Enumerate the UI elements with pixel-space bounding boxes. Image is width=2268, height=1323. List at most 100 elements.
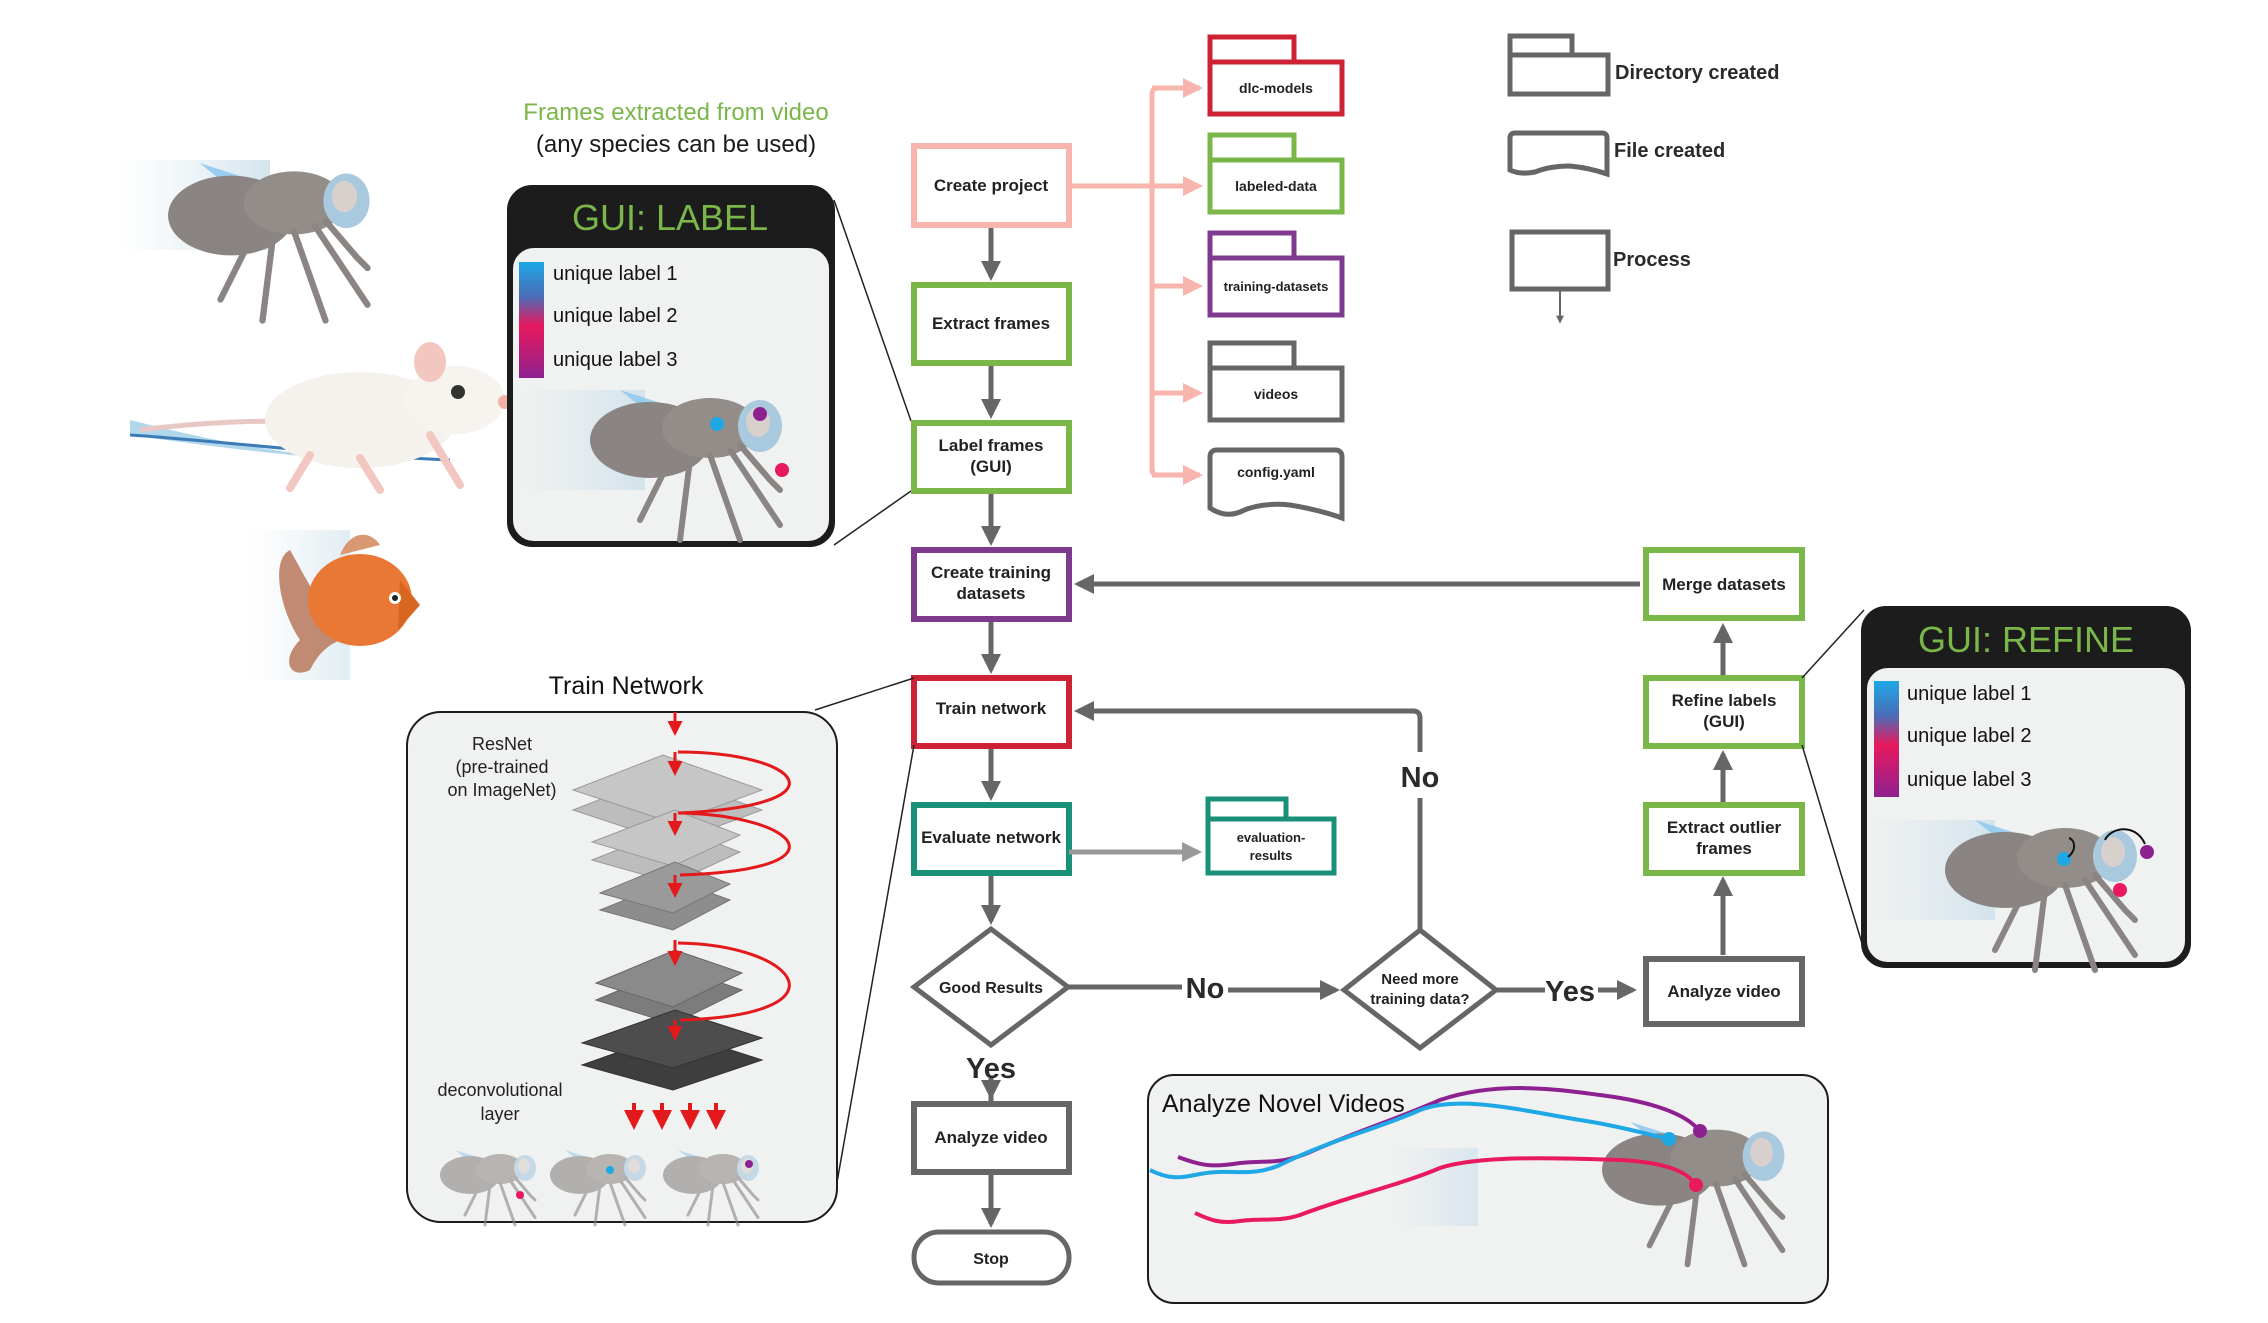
train-network-label: Train network: [936, 699, 1047, 718]
deeplabcut-workflow-diagram: Frames extracted from video (any species…: [120, 33, 2191, 1304]
need-more-data-decision[interactable]: Need more training data?: [1339, 926, 1501, 1052]
extract-frames-node[interactable]: Extract frames: [911, 282, 1072, 366]
label-frames-node[interactable]: Label frames (GUI): [911, 420, 1072, 494]
need-more-label-line1: Need more: [1381, 971, 1459, 988]
legend-process: Process: [1509, 229, 1691, 324]
evaluate-network-label: Evaluate network: [921, 828, 1061, 847]
train-network-node[interactable]: Train network: [911, 675, 1072, 749]
gui-refine-item-1: unique label 1: [1907, 683, 2032, 705]
resnet-label-line3: on ImageNet): [447, 780, 556, 800]
refine-labels-label-line2: (GUI): [1703, 712, 1745, 731]
keypoint-label-1[interactable]: [710, 417, 724, 431]
trajectory-end-label-2: [1689, 1178, 1703, 1192]
refine-keypoint-label-3[interactable]: [2140, 845, 2154, 859]
merge-datasets-node[interactable]: Merge datasets: [1643, 547, 1805, 621]
heatmap-keypoint-2: [516, 1191, 524, 1199]
good-results-label: Good Results: [939, 980, 1043, 997]
folder-videos[interactable]: videos: [1207, 340, 1345, 423]
folder-labeled-data-label: labeled-data: [1235, 178, 1317, 194]
analyze-video-node[interactable]: Analyze video: [911, 1101, 1072, 1175]
folder-training-datasets[interactable]: training-datasets: [1207, 230, 1345, 318]
merge-datasets-label: Merge datasets: [1662, 575, 1786, 594]
file-config-yaml-label: config.yaml: [1237, 464, 1315, 480]
refine-keypoint-label-1[interactable]: [2057, 852, 2071, 866]
stop-label: Stop: [973, 1251, 1009, 1268]
heatmap-keypoint-1: [606, 1166, 614, 1174]
refine-labels-label-line1: Refine labels: [1672, 691, 1777, 710]
mouse-image: [129, 342, 512, 494]
gui-label-item-1: unique label 1: [553, 263, 678, 285]
good-results-decision[interactable]: Good Results: [909, 925, 1073, 1049]
species-images: [120, 160, 512, 680]
legend: Directory created File created Process: [1507, 33, 1780, 324]
analyze-video-label: Analyze video: [934, 1128, 1047, 1147]
train-network-heading: Train Network: [549, 672, 704, 700]
create-project-node[interactable]: Create project: [911, 143, 1072, 228]
project-outputs: dlc-models labeled-data training-dataset…: [1069, 34, 1345, 522]
create-project-label: Create project: [934, 176, 1049, 195]
folder-evaluation-label-line1: evaluation-: [1237, 830, 1306, 845]
gui-refine-item-2: unique label 2: [1907, 725, 2032, 747]
folder-evaluation-label-line2: results: [1250, 848, 1293, 863]
refine-keypoint-label-2[interactable]: [2113, 883, 2127, 897]
main-flow: Create project Extract frames Label fram…: [909, 143, 1073, 1286]
label-color-bar: [519, 262, 544, 378]
resnet-label-line2: (pre-trained: [455, 757, 548, 777]
folder-evaluation-results[interactable]: evaluation- results: [1205, 796, 1337, 876]
deconv-label-line1: deconvolutional: [437, 1080, 562, 1100]
heatmap-keypoint-3: [745, 1160, 753, 1168]
label-frames-label-line1: Label frames: [939, 436, 1044, 455]
novel-videos-heading: Analyze Novel Videos: [1162, 1090, 1405, 1118]
folder-dlc-models-label: dlc-models: [1239, 80, 1313, 96]
folder-dlc-models[interactable]: dlc-models: [1207, 34, 1345, 117]
folder-labeled-data[interactable]: labeled-data: [1207, 132, 1345, 215]
fly-image: [120, 160, 370, 321]
gui-label-title: GUI: LABEL: [572, 197, 768, 238]
trajectory-end-label-1: [1662, 1132, 1676, 1146]
extract-outlier-label-line2: frames: [1696, 839, 1752, 858]
legend-file-label: File created: [1614, 140, 1725, 162]
label-frames-label-line2: (GUI): [970, 457, 1012, 476]
analyze-novel-videos-panel: Analyze Novel Videos: [1147, 1074, 1829, 1304]
decision-edges: No Yes No: [1068, 574, 1733, 1008]
caption-frames-extracted: Frames extracted from video: [523, 99, 828, 126]
create-training-label-line1: Create training: [931, 563, 1051, 582]
gui-label-panel: GUI: LABEL unique label 1 unique label 2…: [507, 185, 912, 547]
create-training-label-line2: datasets: [957, 584, 1026, 603]
create-training-datasets-node[interactable]: Create training datasets: [911, 547, 1072, 622]
extract-frames-label: Extract frames: [932, 314, 1050, 333]
legend-file: File created: [1507, 130, 1725, 178]
edge-label-yes-need: Yes: [1545, 976, 1595, 1008]
train-network-panel: Train Network ResNet (pre-trained on Ima…: [406, 672, 915, 1227]
legend-directory: Directory created: [1507, 33, 1780, 97]
caption-any-species: (any species can be used): [536, 131, 816, 158]
gui-refine-panel: GUI: REFINE unique label 1 unique label …: [1801, 606, 2191, 970]
edge-label-no-need: No: [1401, 762, 1440, 794]
legend-process-label: Process: [1613, 249, 1691, 271]
analyze-video-right-node[interactable]: Analyze video: [1643, 956, 1805, 1027]
legend-directory-label: Directory created: [1615, 62, 1780, 84]
keypoint-label-3[interactable]: [753, 407, 767, 421]
trajectory-end-label-3: [1693, 1124, 1707, 1138]
file-config-yaml[interactable]: config.yaml: [1207, 447, 1345, 522]
edge-label-no-good: No: [1186, 973, 1225, 1005]
extract-outlier-frames-node[interactable]: Extract outlier frames: [1643, 802, 1805, 876]
gui-refine-item-3: unique label 3: [1907, 769, 2032, 791]
gui-refine-title: GUI: REFINE: [1918, 619, 2134, 660]
stop-node[interactable]: Stop: [911, 1229, 1072, 1286]
goldfish-image: [250, 530, 420, 680]
resnet-label-line1: ResNet: [472, 734, 532, 754]
gui-label-item-3: unique label 3: [553, 349, 678, 371]
extract-outlier-label-line1: Extract outlier: [1667, 818, 1782, 837]
keypoint-label-2[interactable]: [775, 463, 789, 477]
deconv-label-line2: layer: [480, 1104, 519, 1124]
analyze-video-right-label: Analyze video: [1667, 982, 1780, 1001]
folder-training-datasets-label: training-datasets: [1224, 279, 1329, 294]
folder-videos-label: videos: [1254, 386, 1299, 402]
gui-label-item-2: unique label 2: [553, 305, 678, 327]
edge-label-yes-good: Yes: [966, 1053, 1016, 1085]
refine-labels-node[interactable]: Refine labels (GUI): [1643, 675, 1805, 749]
refine-color-bar: [1874, 681, 1899, 797]
need-more-label-line2: training data?: [1370, 991, 1469, 1008]
evaluate-network-node[interactable]: Evaluate network: [911, 802, 1072, 876]
